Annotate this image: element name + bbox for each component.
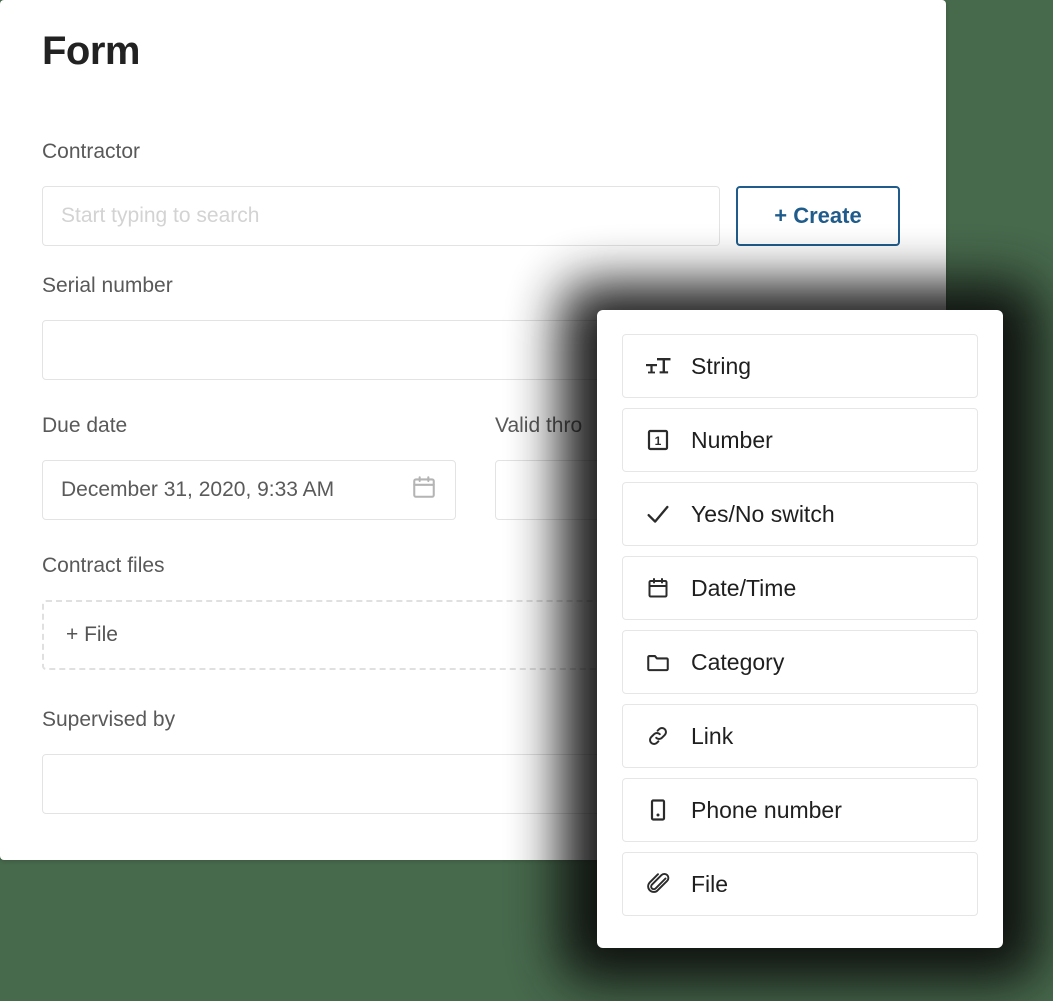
supervised-by-label: Supervised by	[42, 708, 176, 731]
field-type-panel: String 1 Number Yes/No switch Date/Time …	[597, 310, 1003, 948]
type-option-date-time[interactable]: Date/Time	[622, 556, 978, 620]
type-option-label: Yes/No switch	[691, 500, 835, 527]
type-option-label: String	[691, 352, 752, 379]
type-option-link[interactable]: Link	[622, 704, 978, 768]
due-date-label: Due date	[42, 414, 128, 437]
paperclip-icon	[643, 869, 673, 899]
type-option-category[interactable]: Category	[622, 630, 978, 694]
type-option-phone-number[interactable]: Phone number	[622, 778, 978, 842]
type-option-label: File	[691, 870, 729, 897]
type-option-file[interactable]: File	[622, 852, 978, 916]
type-option-yes-no-switch[interactable]: Yes/No switch	[622, 482, 978, 546]
contract-files-label: Contract files	[42, 554, 165, 577]
checkmark-icon	[643, 499, 673, 529]
screenshot-root: Form Contractor Start typing to search +…	[0, 0, 1053, 1001]
text-format-icon	[643, 351, 673, 381]
add-file-button[interactable]: + File	[66, 623, 118, 647]
due-date-input[interactable]: December 31, 2020, 9:33 AM	[42, 460, 456, 520]
phone-icon	[643, 795, 673, 825]
contractor-label: Contractor	[42, 140, 141, 163]
svg-text:1: 1	[655, 434, 662, 448]
page-title: Form	[42, 29, 141, 73]
type-option-label: Category	[691, 648, 785, 675]
create-button[interactable]: + Create	[736, 186, 900, 246]
contractor-input[interactable]: Start typing to search	[42, 186, 720, 246]
due-date-value: December 31, 2020, 9:33 AM	[61, 478, 335, 501]
type-option-label: Phone number	[691, 796, 842, 823]
type-option-label: Link	[691, 722, 734, 749]
type-option-number[interactable]: 1 Number	[622, 408, 978, 472]
calendar-icon	[643, 573, 673, 603]
calendar-icon	[411, 474, 437, 506]
number-box-icon: 1	[643, 425, 673, 455]
type-option-string[interactable]: String	[622, 334, 978, 398]
contractor-placeholder: Start typing to search	[61, 204, 260, 227]
serial-number-label: Serial number	[42, 274, 173, 297]
type-option-label: Number	[691, 426, 773, 453]
link-icon	[643, 721, 673, 751]
folder-icon	[643, 647, 673, 677]
type-option-label: Date/Time	[691, 574, 797, 601]
